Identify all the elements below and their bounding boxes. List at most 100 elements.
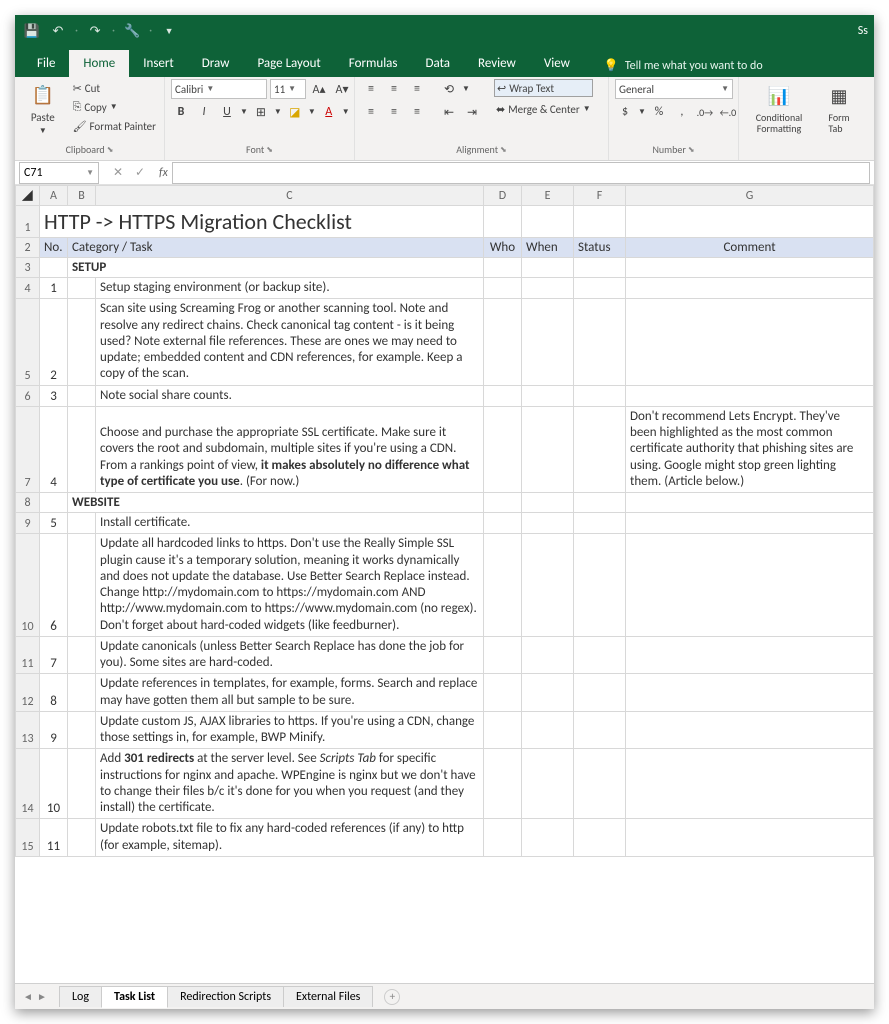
comment-cell[interactable]: [626, 385, 874, 406]
task-cell[interactable]: Setup staging environment (or backup sit…: [96, 278, 484, 299]
cell[interactable]: Comment: [626, 238, 874, 258]
decrease-decimal-icon[interactable]: ←.0: [718, 102, 738, 122]
cell[interactable]: 2: [40, 299, 68, 385]
font-name-combo[interactable]: Calibri▼: [171, 79, 267, 99]
align-middle-icon[interactable]: ≡: [384, 79, 404, 99]
align-right-icon[interactable]: ≡: [407, 102, 427, 122]
dialog-launcher-icon[interactable]: ⬊: [500, 145, 507, 155]
conditional-formatting-button[interactable]: 📊 Conditional Formatting: [745, 79, 813, 137]
cell[interactable]: When: [522, 238, 574, 258]
fill-color-button[interactable]: ◪: [285, 102, 305, 122]
tab-data[interactable]: Data: [412, 50, 465, 77]
border-button[interactable]: ⊞: [251, 102, 271, 122]
format-table-button[interactable]: ▦ FormTab: [819, 79, 859, 137]
cell[interactable]: 10: [40, 749, 68, 819]
tell-me[interactable]: 💡 Tell me what you want to do: [604, 58, 763, 77]
comment-cell[interactable]: [626, 299, 874, 385]
sheet-area[interactable]: ◢ A B C D E F G 1HTTP -> HTTPS Migration…: [15, 185, 874, 945]
comment-cell[interactable]: [626, 636, 874, 674]
select-all-corner[interactable]: ◢: [16, 186, 40, 206]
comment-cell[interactable]: [626, 278, 874, 299]
cut-button[interactable]: ✂Cut: [71, 79, 158, 97]
comment-cell[interactable]: [626, 674, 874, 712]
fx-icon[interactable]: fx: [159, 166, 168, 180]
col-header[interactable]: A: [40, 186, 68, 206]
cell[interactable]: 7: [40, 636, 68, 674]
align-center-icon[interactable]: ≡: [384, 102, 404, 122]
cell[interactable]: 8: [40, 674, 68, 712]
name-box[interactable]: C71▼: [19, 162, 99, 184]
cell[interactable]: 4: [40, 406, 68, 492]
comment-cell[interactable]: Don't recommend Lets Encrypt. They've be…: [626, 406, 874, 492]
cell[interactable]: No.: [40, 238, 68, 258]
increase-decimal-icon[interactable]: .0→: [695, 102, 715, 122]
underline-button[interactable]: U: [217, 102, 237, 122]
task-cell[interactable]: Add 301 redirects at the server level. S…: [96, 749, 484, 819]
format-painter-button[interactable]: 🖌Format Painter: [71, 117, 158, 135]
confirm-entry-icon[interactable]: ✓: [129, 165, 151, 180]
comment-cell[interactable]: [626, 749, 874, 819]
cell[interactable]: 1: [40, 278, 68, 299]
task-cell[interactable]: Choose and purchase the appropriate SSL …: [96, 406, 484, 492]
paste-button[interactable]: 📋 Paste ▼: [21, 79, 65, 137]
comment-cell[interactable]: [626, 513, 874, 534]
tab-formulas[interactable]: Formulas: [335, 50, 412, 77]
tab-view[interactable]: View: [530, 50, 584, 77]
orientation-icon[interactable]: ⟲: [439, 79, 459, 99]
formula-input[interactable]: [172, 162, 870, 184]
sheet-tab-task-list[interactable]: Task List: [101, 986, 168, 1008]
dialog-launcher-icon[interactable]: ⬊: [107, 145, 114, 155]
qat-more-icon[interactable]: ▼: [158, 20, 180, 42]
task-cell[interactable]: Note social share counts.: [96, 385, 484, 406]
section-cell[interactable]: WEBSITE: [68, 493, 484, 513]
touch-mode-icon[interactable]: 🔧: [121, 20, 143, 42]
col-header[interactable]: F: [574, 186, 626, 206]
copy-button[interactable]: ⎘Copy ▼: [71, 98, 158, 116]
italic-button[interactable]: I: [194, 102, 214, 122]
cell[interactable]: 5: [40, 513, 68, 534]
sheet-nav-prev-icon[interactable]: ◄: [21, 990, 35, 1003]
undo-icon[interactable]: ↶: [47, 20, 69, 42]
font-color-button[interactable]: A: [319, 102, 339, 122]
tab-home[interactable]: Home: [69, 50, 129, 77]
sheet-tab-external[interactable]: External Files: [283, 986, 373, 1007]
dialog-launcher-icon[interactable]: ⬊: [266, 145, 273, 155]
comment-cell[interactable]: [626, 819, 874, 857]
sheet-nav-next-icon[interactable]: ►: [35, 990, 49, 1003]
redo-icon[interactable]: ↷: [84, 20, 106, 42]
align-top-icon[interactable]: ≡: [361, 79, 381, 99]
increase-font-icon[interactable]: A▴: [309, 79, 329, 99]
currency-button[interactable]: $: [615, 102, 635, 122]
section-cell[interactable]: SETUP: [68, 258, 484, 278]
col-header[interactable]: B: [68, 186, 96, 206]
col-header[interactable]: E: [522, 186, 574, 206]
decrease-indent-icon[interactable]: ⇤: [439, 102, 459, 122]
spreadsheet-grid[interactable]: ◢ A B C D E F G 1HTTP -> HTTPS Migration…: [15, 185, 874, 857]
tab-review[interactable]: Review: [464, 50, 530, 77]
cancel-entry-icon[interactable]: ✕: [107, 165, 129, 180]
tab-insert[interactable]: Insert: [129, 50, 188, 77]
cell[interactable]: 9: [40, 711, 68, 749]
cell[interactable]: Category / Task: [68, 238, 484, 258]
tab-page-layout[interactable]: Page Layout: [243, 50, 334, 77]
bold-button[interactable]: B: [171, 102, 191, 122]
tab-draw[interactable]: Draw: [188, 50, 244, 77]
number-format-combo[interactable]: General▼: [615, 79, 733, 99]
task-cell[interactable]: Update canonicals (unless Better Search …: [96, 636, 484, 674]
task-cell[interactable]: Install certificate.: [96, 513, 484, 534]
increase-indent-icon[interactable]: ⇥: [462, 102, 482, 122]
font-size-combo[interactable]: 11▼: [270, 79, 306, 99]
sheet-tab-redirection[interactable]: Redirection Scripts: [167, 986, 284, 1007]
sheet-tab-log[interactable]: Log: [59, 986, 102, 1007]
comment-cell[interactable]: [626, 711, 874, 749]
task-cell[interactable]: Update all hardcoded links to https. Don…: [96, 534, 484, 637]
cell[interactable]: Status: [574, 238, 626, 258]
save-icon[interactable]: 💾: [21, 20, 43, 42]
percent-button[interactable]: %: [649, 102, 669, 122]
wrap-text-button[interactable]: ↩Wrap Text: [494, 79, 593, 97]
col-header[interactable]: G: [626, 186, 874, 206]
cell[interactable]: 3: [40, 385, 68, 406]
task-cell[interactable]: Scan site using Screaming Frog or anothe…: [96, 299, 484, 385]
title-cell[interactable]: HTTP -> HTTPS Migration Checklist: [40, 206, 484, 238]
align-bottom-icon[interactable]: ≡: [407, 79, 427, 99]
